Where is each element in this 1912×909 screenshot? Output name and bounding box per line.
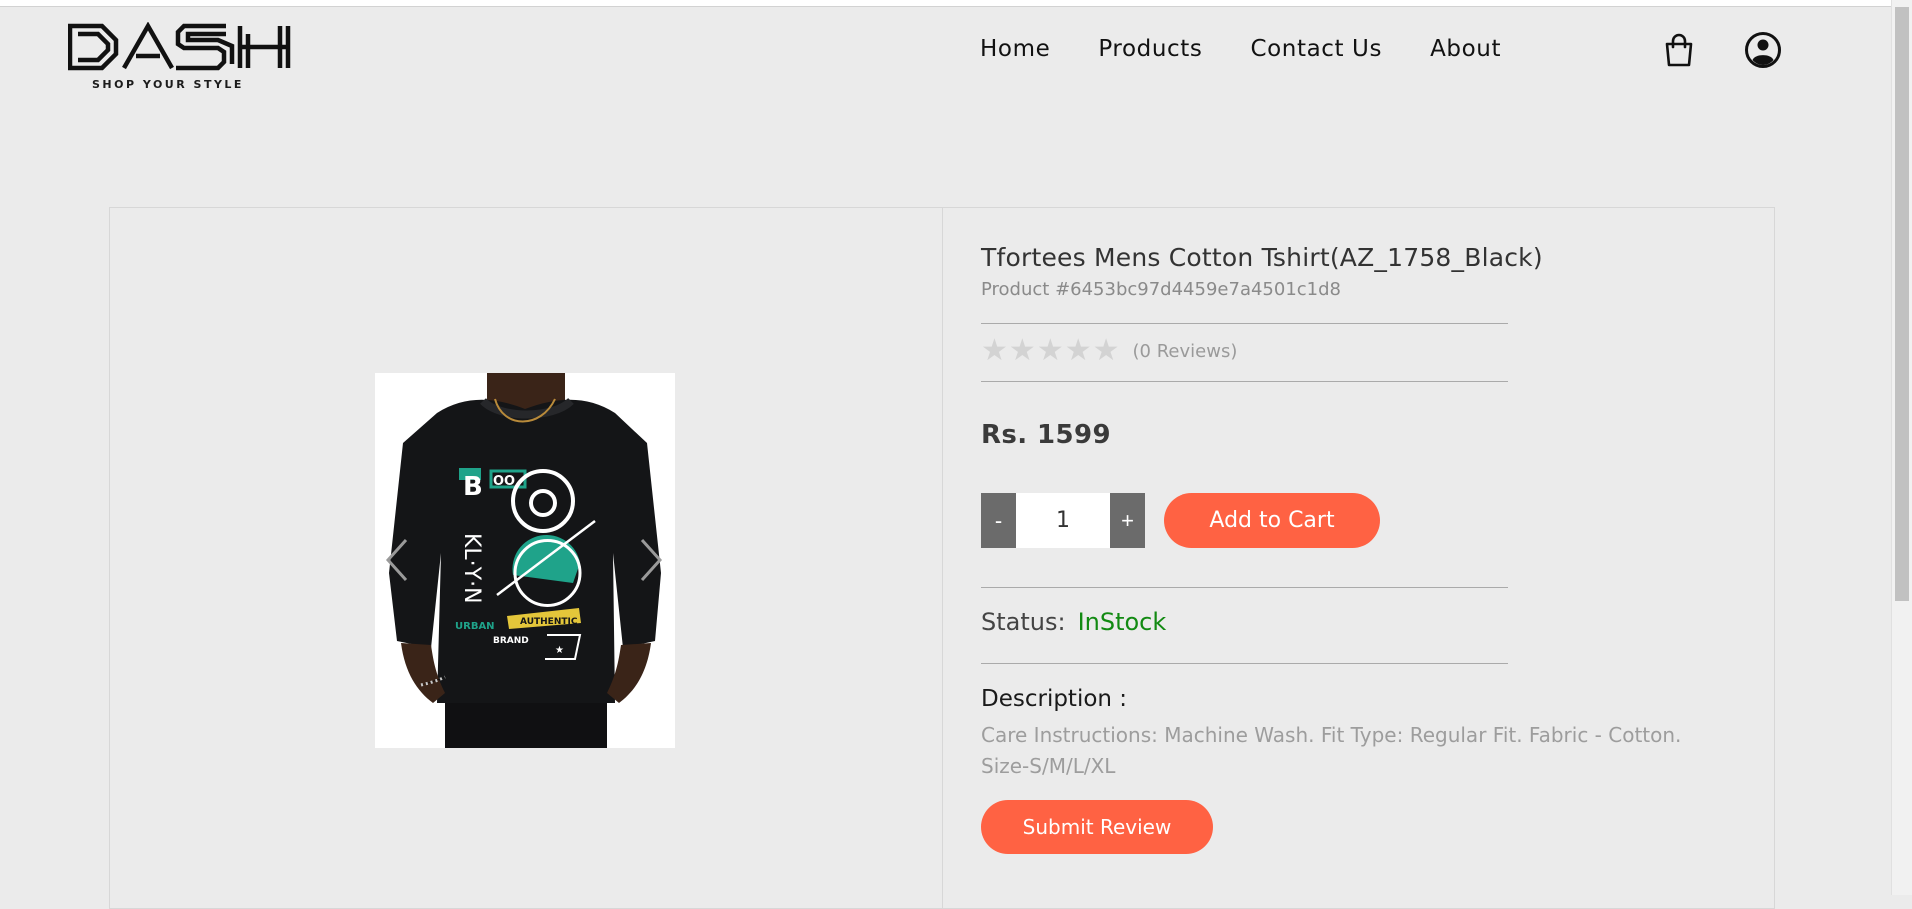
- product-price: Rs. 1599: [981, 420, 1111, 450]
- description-text: Care Instructions: Machine Wash. Fit Typ…: [981, 723, 1682, 778]
- scrollbar-thumb[interactable]: [1895, 7, 1909, 601]
- product-title: Tfortees Mens Cotton Tshirt(AZ_1758_Blac…: [981, 243, 1543, 272]
- card-column-divider: [942, 208, 943, 908]
- divider: [981, 587, 1508, 588]
- divider: [981, 381, 1508, 382]
- divider: [981, 323, 1508, 324]
- main-nav: Home Products Contact Us About: [980, 36, 1501, 62]
- shopping-bag-icon[interactable]: [1664, 33, 1694, 67]
- product-image: OO B KL·Y·N AUTHENTIC URBAN BRAND ★: [375, 373, 675, 748]
- brand-tagline: SHOP YOUR STYLE: [92, 78, 244, 91]
- add-to-cart-button[interactable]: Add to Cart: [1164, 493, 1380, 548]
- product-id: Product #6453bc97d4459e7a4501c1d8: [981, 279, 1342, 300]
- browser-top-edge: [0, 0, 1892, 7]
- nav-about[interactable]: About: [1430, 36, 1501, 62]
- star-icon: ★: [1064, 333, 1092, 368]
- quantity-stepper: - 1 +: [981, 493, 1145, 548]
- description-heading: Description :: [981, 686, 1128, 712]
- status-value: InStock: [1077, 608, 1167, 636]
- status-label: Status:: [981, 608, 1066, 636]
- carousel-next-icon[interactable]: [638, 537, 664, 583]
- nav-products[interactable]: Products: [1098, 36, 1202, 62]
- stock-status: Status: InStock: [981, 608, 1166, 636]
- print-badge-text: AUTHENTIC: [520, 617, 578, 627]
- carousel-prev-icon[interactable]: [384, 537, 410, 583]
- star-icon: ★: [981, 333, 1008, 368]
- star-icon: ★: [1092, 333, 1120, 368]
- brand-logo[interactable]: SHOP YOUR STYLE: [68, 22, 292, 94]
- star-icon: ★: [1036, 333, 1064, 368]
- svg-text:OO: OO: [493, 474, 515, 489]
- print-brand-text: BRAND: [493, 636, 529, 646]
- svg-text:B: B: [463, 472, 483, 502]
- dash-wordmark: [68, 22, 291, 71]
- star-icon: ★: [1008, 333, 1036, 368]
- submit-review-button[interactable]: Submit Review: [981, 800, 1213, 854]
- increase-quantity-button[interactable]: +: [1110, 493, 1145, 548]
- product-rating: ★ ★ ★ ★ ★ (0 Reviews): [981, 334, 1237, 368]
- divider: [981, 663, 1508, 664]
- user-account-icon[interactable]: [1744, 31, 1782, 69]
- svg-text:★: ★: [555, 645, 564, 656]
- nav-contact-us[interactable]: Contact Us: [1250, 36, 1382, 62]
- reviews-count: (0 Reviews): [1132, 340, 1238, 362]
- quantity-field[interactable]: 1: [1016, 493, 1110, 548]
- product-card: [109, 207, 1775, 909]
- decrease-quantity-button[interactable]: -: [981, 493, 1016, 548]
- print-urban-text: URBAN: [455, 621, 495, 632]
- svg-text:KL·Y·N: KL·Y·N: [459, 533, 484, 604]
- page-scrollbar[interactable]: [1891, 0, 1912, 895]
- nav-home[interactable]: Home: [980, 36, 1050, 62]
